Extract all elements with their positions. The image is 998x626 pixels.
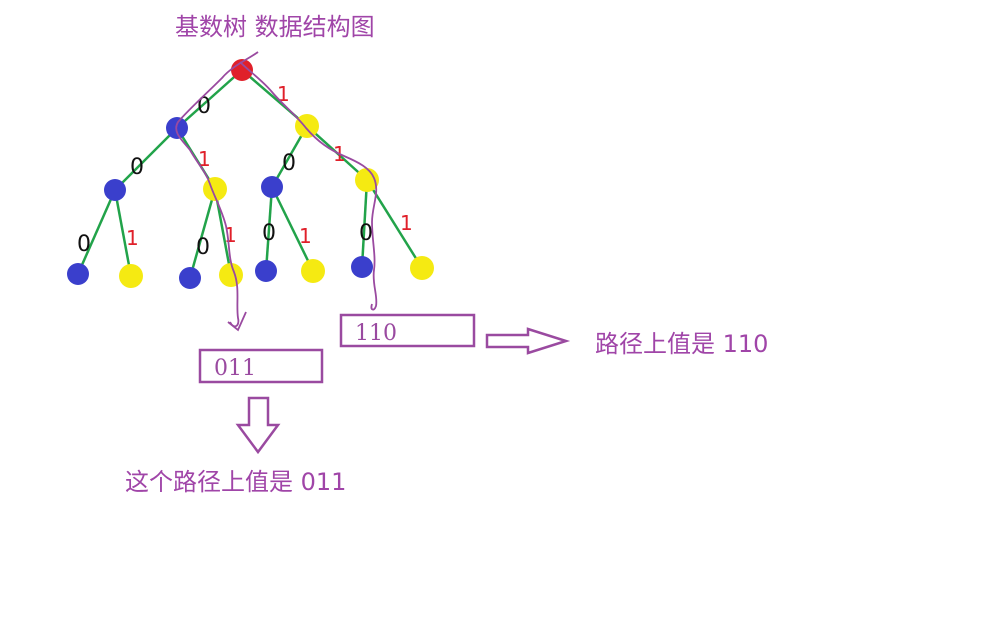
edge-label-a-right: 1 — [198, 147, 211, 171]
node-101 — [301, 259, 325, 283]
right-arrow-icon — [485, 327, 571, 355]
edge-d-left — [188, 188, 217, 279]
edge-label-c-left: 0 — [77, 232, 91, 257]
path-box-110-label: 110 — [355, 321, 397, 346]
node-010 — [179, 267, 201, 289]
node-10 — [261, 176, 283, 198]
edge-label-c-right: 1 — [126, 226, 139, 250]
edge-label-d-left: 0 — [196, 235, 210, 260]
edge-label-root-right: 1 — [277, 82, 290, 106]
caption-right: 路径上值是 110 — [595, 330, 768, 358]
edge-label-e-right: 1 — [299, 224, 312, 248]
node-111 — [410, 256, 434, 280]
node-011 — [219, 263, 243, 287]
radix-tree-diagram: 基数树 数据结构图 0 1 0 1 0 1 0 1 0 1 0 1 0 1 11… — [0, 0, 998, 626]
edge-label-e-left: 0 — [262, 221, 276, 246]
tree-nodes — [67, 59, 434, 289]
node-000 — [67, 263, 89, 285]
node-100 — [255, 260, 277, 282]
edge-label-f-right: 1 — [400, 211, 413, 235]
node-00 — [104, 179, 126, 201]
edge-label-root-left: 0 — [197, 94, 211, 119]
edge-a-left — [114, 127, 178, 191]
node-1 — [295, 114, 319, 138]
edge-label-a-left: 0 — [130, 155, 144, 180]
edge-label-f-left: 0 — [359, 221, 373, 246]
edge-label-b-left: 0 — [282, 151, 296, 176]
caption-left: 这个路径上值是 011 — [125, 468, 346, 496]
down-arrow-icon — [235, 396, 281, 455]
node-110 — [351, 256, 373, 278]
diagram-title: 基数树 数据结构图 — [175, 13, 375, 41]
diagram-svg: 基数树 数据结构图 0 1 0 1 0 1 0 1 0 1 0 1 0 1 11… — [67, 13, 768, 496]
path-box-011-label: 011 — [214, 356, 256, 381]
node-001 — [119, 264, 143, 288]
